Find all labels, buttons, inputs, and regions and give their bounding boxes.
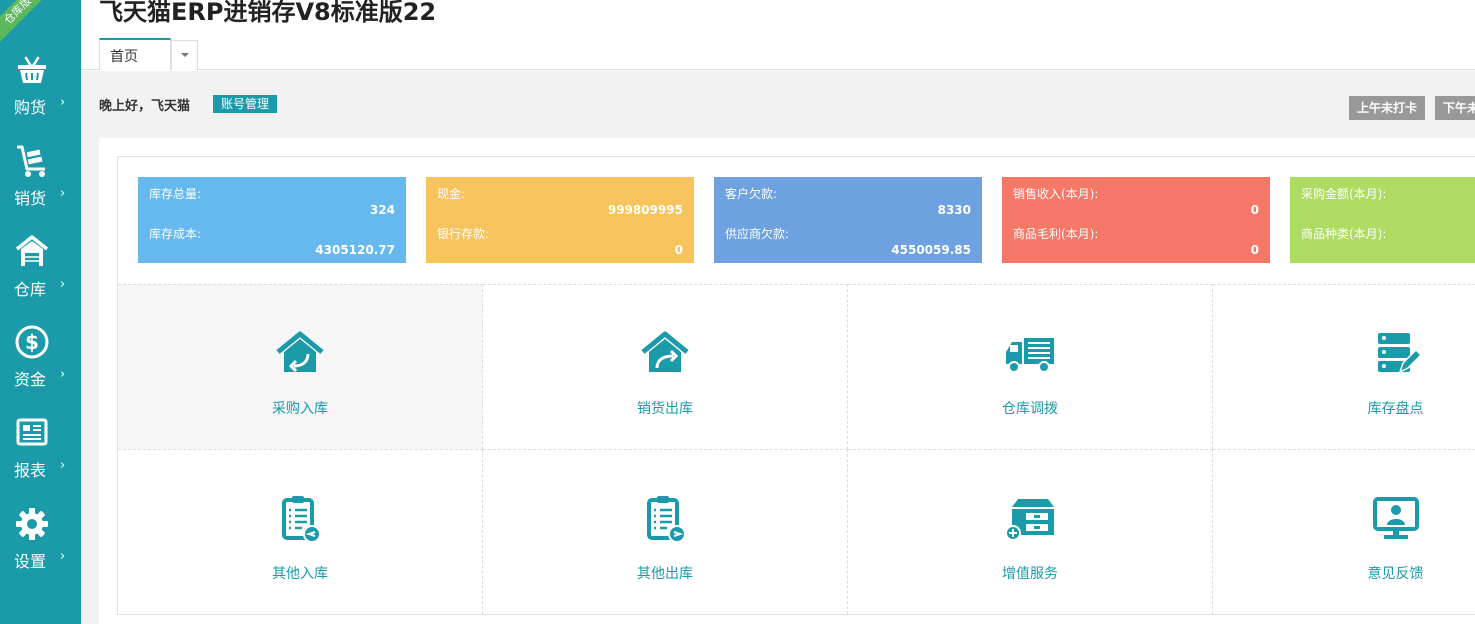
stat-card-cash: 现金: 999809995 银行存款: 0 [426,177,694,263]
sales-out-icon [641,331,689,372]
chevron-right-icon: › [60,95,66,110]
quick-action-stocktake[interactable]: 库存盘点 [1213,284,1475,449]
dashboard-inner: 库存总量: 324 库存成本: 4305120.77 现金: 999809995… [117,156,1475,615]
stat-label: 商品种类(本月): [1301,227,1387,241]
stat-card-debts: 客户欠款: 8330 供应商欠款: 4550059.85 [714,177,982,263]
quick-action-label: 增值服务 [1002,566,1058,582]
stat-label: 现金: [437,187,466,201]
stat-card-inventory: 库存总量: 324 库存成本: 4305120.77 [138,177,406,263]
caret-down-icon [181,53,189,57]
quick-action-label: 意见反馈 [1367,566,1424,582]
dashboard-panel: 库存总量: 324 库存成本: 4305120.77 现金: 999809995… [99,138,1475,624]
edition-ribbon: 仓库版 [0,0,59,52]
quick-action-label: 库存盘点 [1367,401,1424,417]
stat-label: 销售收入(本月): [1013,187,1099,201]
chevron-right-icon: › [60,367,66,382]
sidebar-item-settings[interactable]: 设置 › [0,506,81,596]
sidebar-item-label: 资金 [14,370,47,389]
quick-action-other-in[interactable]: 其他入库 [118,449,483,614]
stat-label: 银行存款: [437,227,490,241]
sidebar-item-warehouse[interactable]: 仓库 › [0,234,81,324]
quick-action-label: 仓库调拨 [1002,401,1058,417]
account-manage-button[interactable]: 账号管理 [213,95,278,113]
inventory-check-icon [1378,333,1422,374]
quick-action-feedback[interactable]: 意见反馈 [1213,449,1475,614]
sidebar-item-funds[interactable]: $ 资金 › [0,324,81,414]
quick-action-label: 销货出库 [637,401,693,417]
sidebar-item-label: 购货 [14,98,47,117]
stat-value: 0 [1250,243,1259,257]
stat-label: 库存成本: [149,227,202,241]
stat-card-purchase: 采购金额(本月): 商品种类(本月): [1290,177,1475,263]
other-out-icon [647,496,686,543]
quick-action-other-out[interactable]: 其他出库 [483,449,848,614]
quick-action-value-service[interactable]: 增值服务 [848,449,1213,614]
stat-label: 客户欠款: [725,187,778,201]
sidebar-item-sales[interactable]: 销货 › [0,143,81,233]
basket-icon [18,56,46,83]
quick-actions-grid: 采购入库 销货出库 仓库调拨 库存盘点 其他入库 其他出库 增值服务 意见反馈 [118,284,1475,615]
purchase-in-icon [276,331,324,373]
gear-icon [16,508,48,540]
quick-action-purchase-in[interactable]: 采购入库 [118,284,483,449]
quick-action-transfer[interactable]: 仓库调拨 [848,284,1213,449]
quick-action-label: 其他入库 [272,566,328,582]
other-in-icon [282,496,321,543]
report-icon [16,418,48,446]
truck-transfer-icon [1006,338,1054,373]
stat-label: 供应商欠款: [725,227,790,241]
sidebar-item-label: 设置 [14,552,47,571]
clock-in-pm-button[interactable]: 下午未打卡 [1435,96,1475,120]
stat-value: 0 [674,243,683,257]
feedback-icon [1373,497,1419,539]
stat-value: 0 [1250,203,1259,217]
value-service-icon [1005,499,1054,541]
warehouse-icon [15,235,49,266]
sidebar-item-purchase[interactable]: 购货 › [0,52,81,142]
sidebar-item-label: 报表 [14,461,47,480]
stat-value: 4550059.85 [891,243,971,257]
svg-text:$: $ [25,330,39,354]
chevron-right-icon: › [60,549,66,564]
tab-dropdown-button[interactable] [171,40,198,70]
sidebar-item-label: 销货 [14,189,47,208]
stat-value: 8330 [937,203,971,217]
stat-value: 324 [369,203,395,217]
stat-label: 采购金额(本月): [1301,187,1387,201]
chevron-right-icon: › [60,458,66,473]
quick-action-sales-out[interactable]: 销货出库 [483,284,848,449]
stat-value: 999809995 [607,203,683,217]
tab-bar: 首页 [81,38,1475,70]
stat-label: 商品毛利(本月): [1013,227,1099,241]
tab-home[interactable]: 首页 [99,38,171,70]
chevron-right-icon: › [60,277,66,292]
stat-label: 库存总量: [149,187,202,201]
cart-icon [17,145,45,177]
quick-action-label: 采购入库 [272,401,328,417]
sidebar-item-label: 仓库 [14,280,47,299]
quick-action-label: 其他出库 [637,566,693,582]
app-title: 飞天猫ERP进销存V8标准版22 [99,0,437,26]
clock-in-am-button[interactable]: 上午未打卡 [1349,96,1426,120]
stat-value: 4305120.77 [315,243,395,257]
sidebar-item-reports[interactable]: 报表 › [0,415,81,505]
stat-card-sales: 销售收入(本月): 0 商品毛利(本月): 0 [1002,177,1270,263]
main-content: 晚上好，飞天猫 账号管理 上午未打卡 下午未打卡 库存总量: 324 库存成本:… [81,71,1475,624]
dollar-icon: $ [15,325,49,359]
sidebar: 仓库版 购货 › 销货 › 仓库 › $ 资金 › 报表 › 设置 › [0,0,81,624]
greeting-text: 晚上好，飞天猫 [99,99,191,114]
chevron-right-icon: › [60,186,66,201]
